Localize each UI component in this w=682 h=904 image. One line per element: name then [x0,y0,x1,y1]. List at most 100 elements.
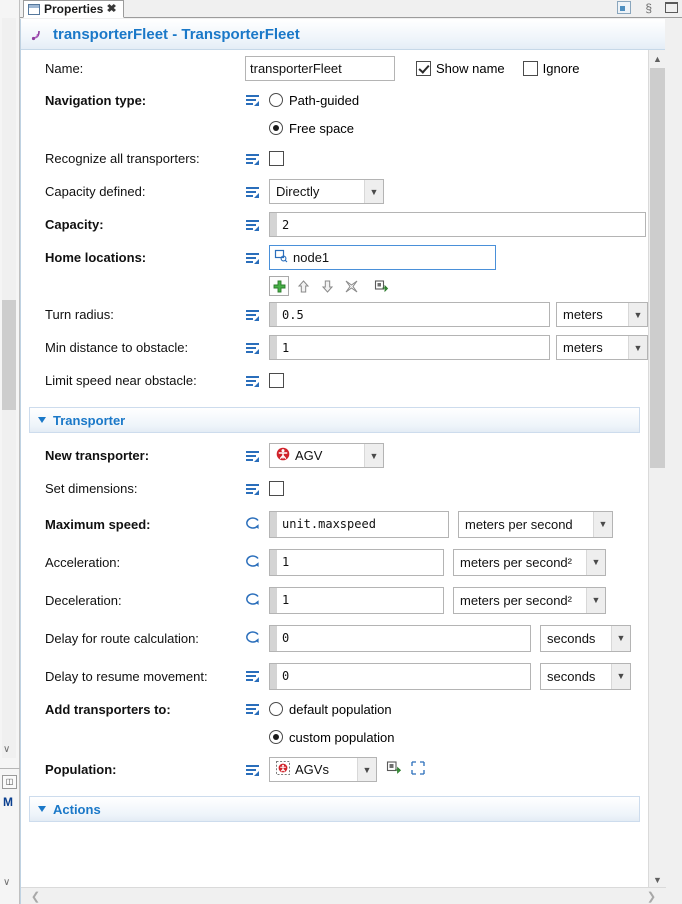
row-home-locations: Home locations: node1 [21,241,648,274]
min-distance-unit-select[interactable]: meters ▼ [556,335,648,360]
turn-radius-input[interactable]: 0.5 [269,302,550,327]
name-input[interactable]: transporterFleet [245,55,395,81]
radio-custom-population[interactable]: custom population [269,730,395,745]
chevron-down-icon[interactable]: ▼ [649,871,666,888]
static-value-icon[interactable] [245,481,265,497]
chevron-right-icon[interactable]: ❯ [643,888,660,904]
new-transporter-label: New transporter: [45,448,150,463]
row-maximum-speed: Maximum speed: unit.maxspeed meters per … [21,505,648,543]
new-transporter-select[interactable]: AGV ▼ [269,443,384,468]
capacity-defined-select[interactable]: Directly ▼ [269,179,384,204]
chevron-down-icon-2[interactable]: ∨ [3,878,10,888]
deceleration-input[interactable]: 1 [269,586,444,614]
triangle-down-icon [38,417,46,423]
radio-default-population[interactable]: default population [269,702,392,717]
turn-radius-unit: meters [563,307,603,322]
plus-icon[interactable] [269,276,289,296]
delay-to-resume-movement-input[interactable]: 0 [269,662,531,690]
static-value-icon[interactable] [245,307,265,323]
chevron-down-icon: ▼ [628,303,647,326]
static-value-icon[interactable] [245,184,265,200]
horizontal-scrollbar[interactable]: ❮ ❯ [21,887,666,904]
close-icon[interactable]: ✖ [107,3,117,15]
radio-free-space[interactable]: Free space [269,121,354,136]
static-value-icon[interactable] [245,701,265,717]
section-transporter-title: Transporter [53,412,126,428]
section-actions[interactable]: Actions [29,796,640,822]
radio-circle [269,93,283,107]
tab-properties[interactable]: Properties ✖ [23,0,124,18]
jump-to-icon[interactable] [371,276,391,296]
vertical-scrollbar-thumb[interactable] [650,68,665,468]
row-limit-speed-near-obstacle: Limit speed near obstacle: [21,364,648,397]
static-value-icon[interactable] [245,340,265,356]
limit-speed-near-obstacle-checkbox[interactable] [269,373,284,388]
delay-resume-unit: seconds [547,668,596,684]
static-value-icon[interactable] [245,151,265,167]
minimize-icon[interactable] [617,1,632,14]
vertical-scrollbar[interactable]: ▲ ▼ [648,50,665,888]
adjacent-scrollbar-thumb[interactable] [2,300,16,410]
chevron-down-icon: ▼ [364,180,383,203]
properties-view: ^ ∨ ◫ M ∨ Properties ✖ § [0,0,682,904]
population-value: AGVs [295,762,329,777]
add-transporters-to-label: Add transporters to: [45,701,171,717]
row-turn-radius: Turn radius: 0.5 meters ▼ [21,298,648,331]
chevron-down-icon[interactable]: ∨ [3,745,10,755]
dynamic-value-icon[interactable] [245,630,265,646]
static-value-icon[interactable] [245,762,265,778]
dynamic-value-icon[interactable] [245,592,265,608]
agv-population-icon [276,761,290,778]
triangle-down-icon [38,806,46,812]
dynamic-value-icon[interactable] [245,554,265,570]
radio-default-population-label: default population [289,701,392,717]
chevron-up-icon[interactable]: ▲ [649,50,666,67]
link-with-editor-icon[interactable]: § [645,2,652,14]
row-acceleration: Acceleration: 1 meters per second² ▼ [21,543,648,581]
capacity-defined-label: Capacity defined: [45,184,146,199]
static-value-icon[interactable] [245,373,265,389]
chevron-down-icon: ▼ [357,758,376,781]
acceleration-unit-select[interactable]: meters per second² ▼ [453,548,606,576]
arrow-down-icon[interactable] [317,276,337,296]
static-value-icon[interactable] [245,217,265,233]
delay-for-route-calculation-input[interactable]: 0 [269,624,531,652]
adjacent-tab-icon[interactable]: ◫ [2,775,17,789]
x-icon[interactable] [341,276,361,296]
jump-to-icon[interactable] [386,760,402,779]
maximize-icon[interactable] [665,2,678,13]
radio-custom-population-label: custom population [289,729,395,745]
min-distance-to-obstacle-input[interactable]: 1 [269,335,550,360]
set-dimensions-checkbox[interactable] [269,481,284,496]
marquee-select-icon[interactable] [410,760,426,779]
adjacent-tab-label[interactable]: M [3,795,13,809]
static-value-icon[interactable] [245,668,265,684]
sliver-divider [0,768,20,769]
maximum-speed-unit-select[interactable]: meters per second ▼ [458,510,613,538]
population-select[interactable]: AGVs ▼ [269,757,377,782]
ignore-checkbox[interactable]: Ignore [522,60,580,76]
acceleration-input[interactable]: 1 [269,548,444,576]
home-locations-list[interactable]: node1 [269,245,496,270]
radio-path-guided-label: Path-guided [289,92,360,108]
delay-resume-unit-select[interactable]: seconds ▼ [540,662,631,690]
recognize-all-transporters-checkbox[interactable] [269,151,284,166]
static-value-icon[interactable] [245,92,265,108]
delay-route-unit-select[interactable]: seconds ▼ [540,624,631,652]
turn-radius-unit-select[interactable]: meters ▼ [556,302,648,327]
dynamic-value-icon[interactable] [245,516,265,532]
chevron-down-icon: ▼ [593,511,612,537]
radio-path-guided[interactable]: Path-guided [269,93,359,108]
min-distance-unit: meters [563,340,603,355]
section-transporter[interactable]: Transporter [29,407,640,433]
arrow-up-icon[interactable] [293,276,313,296]
static-value-icon[interactable] [245,448,265,464]
capacity-input[interactable]: 2 [269,212,646,237]
deceleration-unit-select[interactable]: meters per second² ▼ [453,586,606,614]
chevron-left-icon[interactable]: ❮ [27,888,44,904]
static-value-icon[interactable] [245,250,265,266]
acceleration-label: Acceleration: [45,554,121,570]
show-name-checkbox[interactable]: Show name [416,60,505,76]
maximum-speed-input[interactable]: unit.maxspeed [269,510,449,538]
panel-body: Name: transporterFleet Show name Ignore [21,50,648,888]
